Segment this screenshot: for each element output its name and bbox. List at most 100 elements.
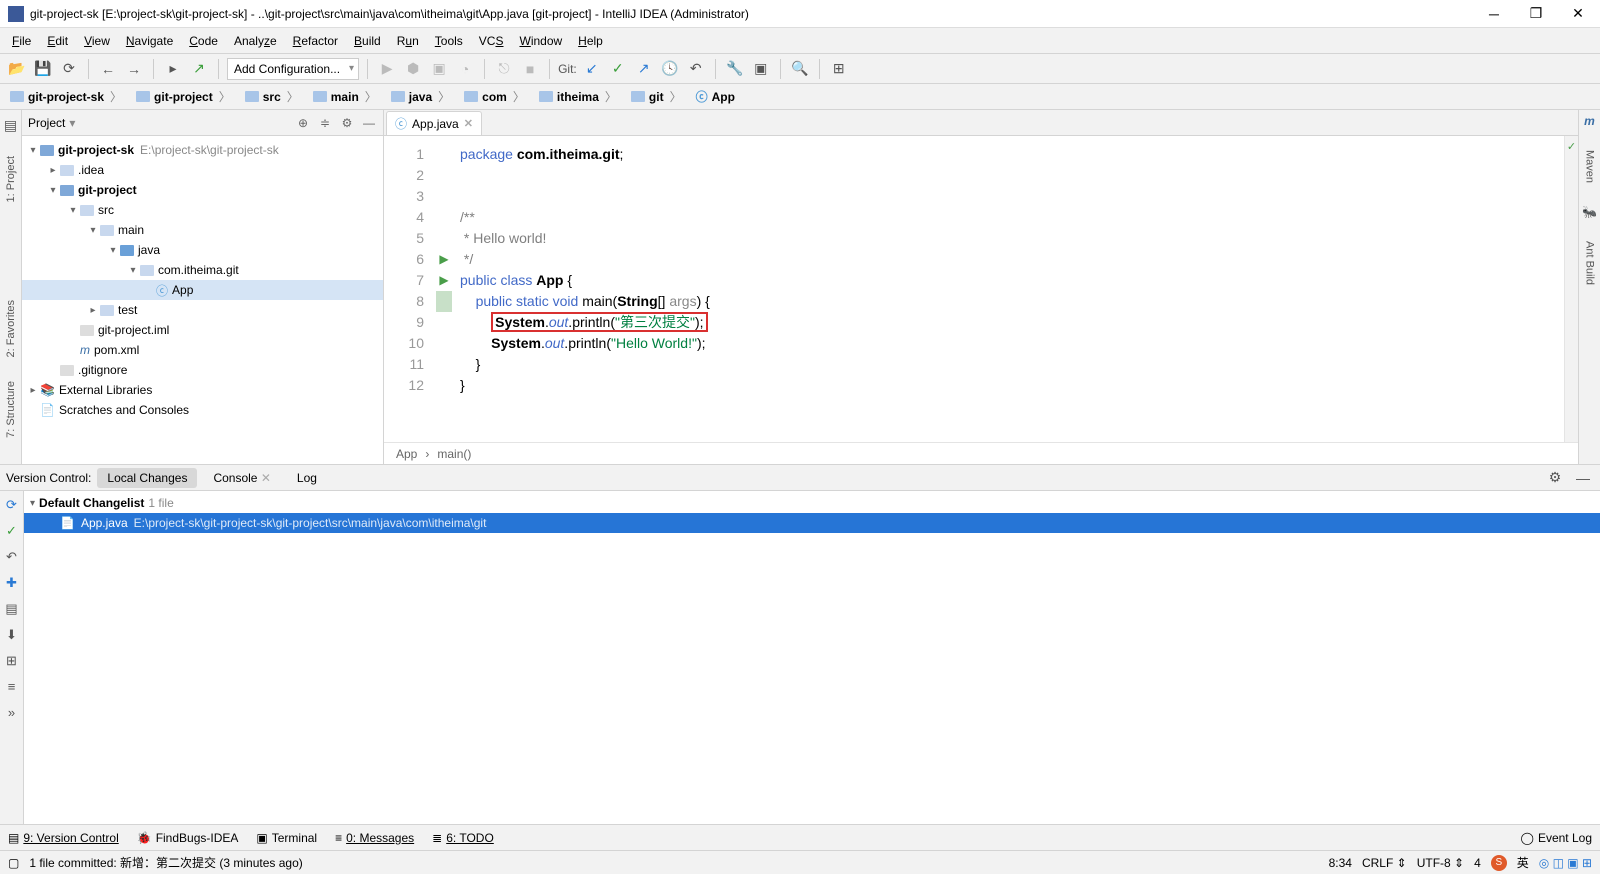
structure-icon[interactable]: ▣ bbox=[750, 58, 772, 80]
crumb-4[interactable]: java〉 bbox=[385, 86, 456, 107]
rollback-icon[interactable]: ↶ bbox=[4, 549, 20, 565]
coverage-icon[interactable]: ▣ bbox=[428, 58, 450, 80]
file-encoding[interactable]: UTF-8 ⇕ bbox=[1417, 856, 1464, 870]
git-compare-icon[interactable]: ↗ bbox=[633, 58, 655, 80]
expand-icon[interactable]: ≡ bbox=[4, 679, 20, 695]
modified-file-icon: 📄 bbox=[60, 516, 75, 530]
git-update-icon[interactable]: ↙ bbox=[581, 58, 603, 80]
crumb-2[interactable]: src〉 bbox=[239, 86, 305, 107]
run-icon[interactable]: ▶ bbox=[376, 58, 398, 80]
crumb-0[interactable]: git-project-sk〉 bbox=[4, 86, 128, 107]
menu-help[interactable]: Help bbox=[572, 32, 609, 50]
status-square-icon[interactable]: ▢ bbox=[8, 856, 19, 870]
open-icon[interactable]: 📂 bbox=[6, 58, 28, 80]
navigation-bar: git-project-sk〉 git-project〉 src〉 main〉 … bbox=[0, 84, 1600, 110]
btn-version-control[interactable]: ▤ 9: Version Control bbox=[8, 831, 119, 845]
crumb-5[interactable]: com〉 bbox=[458, 86, 531, 107]
hide-icon[interactable]: — bbox=[361, 115, 377, 131]
diff-icon[interactable]: ▤ bbox=[4, 601, 20, 617]
btn-event-log[interactable]: ◯ Event Log bbox=[1521, 831, 1592, 845]
tab-log[interactable]: Log bbox=[287, 468, 327, 488]
search-icon[interactable]: 🔍 bbox=[789, 58, 811, 80]
tab-console[interactable]: Console ✕ bbox=[203, 468, 280, 488]
minimize-button[interactable]: ─ bbox=[1480, 2, 1508, 26]
tab-local-changes[interactable]: Local Changes bbox=[97, 468, 197, 488]
debug-icon[interactable]: ⬢ bbox=[402, 58, 424, 80]
gear-icon[interactable]: ⚙ bbox=[339, 115, 355, 131]
tray-icons[interactable]: ◎ ◫ ▣ ⊞ bbox=[1539, 856, 1592, 870]
project-view-label[interactable]: Project bbox=[28, 116, 65, 130]
tab-favorites[interactable]: 2: Favorites bbox=[5, 296, 17, 361]
menu-run[interactable]: Run bbox=[391, 32, 425, 50]
git-revert-icon[interactable]: ↶ bbox=[685, 58, 707, 80]
crumb-6[interactable]: itheima〉 bbox=[533, 86, 623, 107]
menu-view[interactable]: View bbox=[78, 32, 116, 50]
tab-maven[interactable]: Maven bbox=[1584, 146, 1596, 187]
hammer-icon[interactable]: ↗ bbox=[188, 58, 210, 80]
crumb-1[interactable]: git-project〉 bbox=[130, 86, 237, 107]
menu-build[interactable]: Build bbox=[348, 32, 387, 50]
line-separator[interactable]: CRLF ⇕ bbox=[1362, 856, 1407, 870]
caret-position[interactable]: 8:34 bbox=[1329, 856, 1352, 870]
btn-messages[interactable]: ≡ 0: Messages bbox=[335, 831, 414, 845]
save-icon[interactable]: 💾 bbox=[32, 58, 54, 80]
more-icon[interactable]: » bbox=[4, 705, 20, 721]
menu-window[interactable]: Window bbox=[513, 32, 568, 50]
tray-ime-icon[interactable]: S bbox=[1491, 855, 1507, 871]
sync-icon[interactable]: ⟳ bbox=[58, 58, 80, 80]
git-commit-icon[interactable]: ✓ bbox=[607, 58, 629, 80]
attach-icon[interactable]: ⎋ bbox=[493, 58, 515, 80]
btn-terminal[interactable]: ▣ Terminal bbox=[256, 831, 317, 845]
btn-todo[interactable]: ≣ 6: TODO bbox=[432, 831, 494, 845]
changed-file-row[interactable]: 📄App.javaE:\project-sk\git-project-sk\gi… bbox=[24, 513, 1600, 533]
run-class-icon[interactable]: ▶ bbox=[436, 249, 452, 270]
phone-icon[interactable]: ▸ bbox=[162, 58, 184, 80]
shelve-icon[interactable]: ⬇ bbox=[4, 627, 20, 643]
run-config-combo[interactable]: Add Configuration... bbox=[227, 58, 359, 80]
editor-tab-app[interactable]: ⓒApp.java✕ bbox=[386, 111, 482, 135]
line-gutter: 123456789101112 bbox=[384, 136, 436, 442]
project-tree[interactable]: ▾git-project-skE:\project-sk\git-project… bbox=[22, 136, 383, 464]
refresh-icon[interactable]: ⟳ bbox=[4, 497, 20, 513]
git-history-icon[interactable]: 🕓 bbox=[659, 58, 681, 80]
group-icon[interactable]: ⊞ bbox=[4, 653, 20, 669]
maximize-button[interactable]: ❐ bbox=[1522, 2, 1550, 26]
close-tab-icon[interactable]: ✕ bbox=[464, 117, 473, 130]
menu-analyze[interactable]: Analyze bbox=[228, 32, 283, 50]
menu-refactor[interactable]: Refactor bbox=[287, 32, 344, 50]
commit-icon[interactable]: ✓ bbox=[4, 523, 20, 539]
pair-icon[interactable]: ⊞ bbox=[828, 58, 850, 80]
menu-file[interactable]: File bbox=[6, 32, 37, 50]
changelist-header[interactable]: ▾Default Changelist1 file bbox=[24, 493, 1600, 513]
profile-icon[interactable]: ◔ bbox=[454, 58, 476, 80]
tab-ant[interactable]: Ant Build bbox=[1584, 237, 1596, 289]
close-button[interactable]: ✕ bbox=[1564, 2, 1592, 26]
forward-icon[interactable]: → bbox=[123, 58, 145, 80]
menu-navigate[interactable]: Navigate bbox=[120, 32, 179, 50]
stop-icon[interactable]: ■ bbox=[519, 58, 541, 80]
left-collapse-icon[interactable]: ▤ bbox=[0, 114, 22, 136]
run-method-icon[interactable]: ▶ bbox=[436, 270, 452, 291]
crumb-3[interactable]: main〉 bbox=[307, 86, 383, 107]
panel-gear-icon[interactable]: ⚙ bbox=[1544, 467, 1566, 489]
menu-vcs[interactable]: VCS bbox=[473, 32, 510, 50]
new-changelist-icon[interactable]: ✚ bbox=[4, 575, 20, 591]
collapse-all-icon[interactable]: ≑ bbox=[317, 115, 333, 131]
changes-list[interactable]: ▾Default Changelist1 file 📄App.javaE:\pr… bbox=[24, 491, 1600, 824]
code-area[interactable]: package com.itheima.git; /** * Hello wor… bbox=[452, 136, 1564, 442]
back-icon[interactable]: ← bbox=[97, 58, 119, 80]
settings-icon[interactable]: 🔧 bbox=[724, 58, 746, 80]
menu-tools[interactable]: Tools bbox=[429, 32, 469, 50]
menu-edit[interactable]: Edit bbox=[41, 32, 74, 50]
btn-findbugs[interactable]: 🐞 FindBugs-IDEA bbox=[137, 831, 239, 845]
panel-hide-icon[interactable]: — bbox=[1572, 467, 1594, 489]
tray-lang[interactable]: 英 bbox=[1517, 854, 1529, 871]
tab-project[interactable]: 1: Project bbox=[5, 152, 17, 206]
menu-code[interactable]: Code bbox=[183, 32, 224, 50]
tab-structure[interactable]: 7: Structure bbox=[5, 377, 17, 442]
indent[interactable]: 4 bbox=[1474, 856, 1481, 870]
editor-breadcrumbs[interactable]: App›main() bbox=[384, 442, 1578, 464]
crumb-8[interactable]: ⓒApp bbox=[690, 86, 741, 107]
scroll-from-icon[interactable]: ⊕ bbox=[295, 115, 311, 131]
crumb-7[interactable]: git〉 bbox=[625, 86, 688, 107]
